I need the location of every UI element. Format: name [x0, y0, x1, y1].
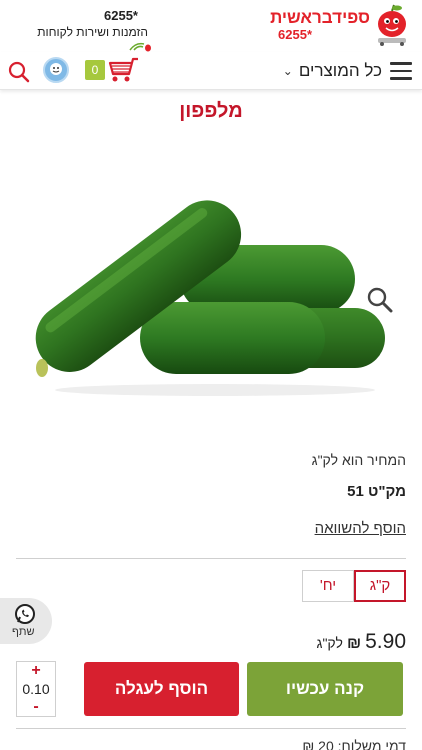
whatsapp-share-button[interactable]: שתף [0, 598, 52, 644]
cart-count-badge[interactable]: 0 [85, 60, 105, 80]
logo-apple-mascot-icon [378, 4, 406, 46]
search-icon[interactable] [8, 61, 30, 83]
service-phone: 6255* [104, 8, 138, 23]
buy-now-button[interactable]: קנה עכשיו [247, 662, 403, 716]
product-sku: מק"ט 51 [347, 483, 406, 500]
cart-icon[interactable] [108, 56, 140, 84]
quantity-value[interactable]: 0.10 [17, 681, 55, 697]
chevron-down-icon: ⌄ [282, 64, 293, 78]
quantity-plus-button[interactable]: + [17, 662, 55, 680]
logo-brand-rishon: בראשית [270, 8, 333, 27]
service-text: הזמנות ושירות לקוחות [37, 25, 148, 39]
logo-text: ספידבראשית [270, 8, 370, 28]
add-to-cart-button[interactable]: הוסף לעגלה [84, 662, 239, 716]
all-products-label: כל המוצרים [298, 61, 382, 80]
logo-brand-speed: ספיד [332, 8, 370, 27]
logo[interactable]: ספידבראשית 6255* [266, 2, 416, 46]
avatar-face-icon [50, 63, 62, 75]
quantity-minus-button[interactable]: - [17, 698, 55, 716]
add-to-compare-link[interactable]: הוסף להשוואה [315, 520, 406, 537]
divider [16, 728, 406, 729]
zoom-icon[interactable] [366, 286, 394, 314]
product-image[interactable] [30, 190, 395, 400]
quantity-stepper: + 0.10 - [16, 661, 56, 717]
unit-selector: ק"ג יח' [302, 570, 406, 602]
price-unit-note: המחיר הוא לק"ג [311, 452, 406, 468]
logo-phone: 6255* [278, 27, 312, 42]
divider [16, 558, 406, 559]
price-per-unit: לק"ג [316, 635, 343, 651]
price-currency: ₪ [346, 635, 362, 652]
hamburger-icon[interactable] [390, 62, 412, 80]
signal-icon [129, 42, 151, 52]
nav-bar: כל המוצרים ⌄ 0 [0, 52, 422, 90]
all-products-dropdown[interactable]: כל המוצרים ⌄ [283, 61, 382, 81]
unit-tab-unit[interactable]: יח' [302, 570, 354, 602]
price-value: 5.90 [365, 630, 406, 653]
top-bar: ספידבראשית 6255* 6255* הזמנות ושירות לקו… [0, 0, 422, 52]
logo-phone-asterisk: * [306, 27, 312, 42]
product-title: מלפפון [179, 100, 243, 122]
customer-service[interactable]: 6255* הזמנות ושירות לקוחות [8, 8, 148, 39]
share-label: שתף [12, 626, 35, 638]
unit-tab-kg[interactable]: ק"ג [354, 570, 406, 602]
product-price: 5.90 ₪ לק"ג [317, 630, 406, 654]
whatsapp-icon [15, 604, 35, 624]
delivery-fee-note: דמי משלוח: 20 ₪ [302, 738, 406, 750]
logo-phone-number: 6255 [278, 27, 307, 42]
avatar-icon[interactable] [43, 57, 69, 83]
